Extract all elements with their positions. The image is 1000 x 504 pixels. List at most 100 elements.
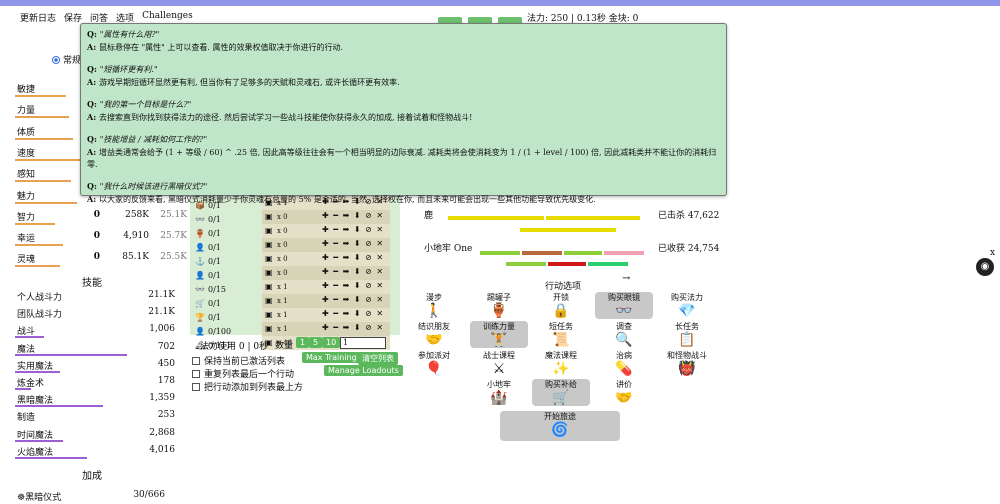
buff-row[interactable]: ☸黑暗仪式 30/666	[15, 487, 175, 504]
action-controls[interactable]: ✚ ━ ➡ ⬇ ⊘ ✕	[322, 323, 384, 332]
action-7[interactable]: 短任务 📜	[532, 321, 590, 348]
action-9[interactable]: 长任务 📋	[658, 321, 716, 348]
radio-label: 常规	[63, 56, 82, 66]
stat-name: 灵魂	[17, 255, 36, 265]
action-4[interactable]: 购买法力 💎	[658, 292, 716, 319]
queued-action[interactable]: ▣ x 1 ✚ ━ ➡ ⬇ ⊘ ✕	[262, 322, 390, 336]
action-0[interactable]: 漫步 🚶	[405, 292, 463, 319]
action-10[interactable]: 参加派对 🎈	[405, 350, 463, 377]
dungeon-label: 小地牢 One	[424, 244, 473, 254]
action-13[interactable]: 治病 💊	[595, 350, 653, 377]
queued-action[interactable]: ▣ x 1 ✚ ━ ➡ ⬇ ⊘ ✕	[262, 308, 390, 322]
quantity-label: 数量	[275, 341, 294, 351]
action-1[interactable]: 踢罐子 🏺	[470, 292, 528, 319]
action-controls[interactable]: ✚ ━ ➡ ⬇ ⊘ ✕	[322, 295, 384, 304]
skill-row[interactable]: 火焰魔法 4,016	[15, 442, 175, 459]
action-controls[interactable]: ✚ ━ ➡ ⬇ ⊘ ✕	[322, 225, 384, 234]
skill-name: 团队战斗力	[17, 310, 63, 321]
queued-action[interactable]: ▣ x 0 ✚ ━ ➡ ⬇ ⊘ ✕	[262, 210, 390, 224]
stat-row[interactable]: 幸运 0 4,910 25.7K	[15, 226, 187, 247]
menu-changelog[interactable]: 更新日志	[20, 11, 56, 24]
skill-row[interactable]: 制造 253	[15, 407, 175, 424]
faq-question: Q: "我什么时候该进行黑暗仪式?"	[87, 181, 208, 191]
qty-1-button[interactable]: 1	[296, 337, 310, 348]
skill-row[interactable]: 个人战斗力 21.1K	[15, 287, 175, 304]
buff-name: ☸黑暗仪式	[17, 493, 62, 503]
loadout-icon: 👤	[195, 327, 205, 336]
loadout-item[interactable]: 🛒 0/1	[192, 297, 252, 311]
action-controls[interactable]: ✚ ━ ➡ ⬇ ⊘ ✕	[322, 281, 384, 290]
action-6[interactable]: 训练力量 🏋	[470, 321, 528, 348]
action-controls[interactable]: ✚ ━ ➡ ⬇ ⊘ ✕	[322, 239, 384, 248]
option-repeat-last[interactable]: 重复列表最后一个行动	[192, 367, 294, 380]
action-icon: 🤝	[425, 332, 443, 348]
loadout-item[interactable]: 🏺 0/1	[192, 227, 252, 241]
quantity-input[interactable]: 1	[340, 337, 386, 349]
loadout-item[interactable]: 👤 0/1	[192, 241, 252, 255]
loadout-item[interactable]: 🏆 0/1	[192, 311, 252, 325]
loadout-count: 0/1	[208, 271, 221, 280]
qty-5-button[interactable]: 5	[309, 337, 323, 348]
action-icon: 💎	[678, 303, 696, 319]
stat-row[interactable]: 灵魂 0 85.1K 25.5K	[15, 247, 187, 268]
loadout-item[interactable]: 👓 0/15	[192, 283, 252, 297]
option-add-top[interactable]: 把行动添加到列表最上方	[192, 380, 303, 393]
action-17[interactable]: 讲价 🤝	[595, 379, 653, 406]
skill-row[interactable]: 黑暗魔法 1,359	[15, 390, 175, 408]
skill-name: 个人战斗力	[17, 293, 63, 303]
menu-save[interactable]: 保存	[64, 11, 82, 24]
manage-loadouts-button[interactable]: Manage Loadouts	[324, 365, 403, 376]
github-icon[interactable]: ◉	[976, 258, 994, 276]
action-15[interactable]: 小地牢 🏰	[470, 379, 528, 406]
loadout-item[interactable]: ⚓ 0/1	[192, 255, 252, 269]
queued-action[interactable]: ▣ x 0 ✚ ━ ➡ ⬇ ⊘ ✕	[262, 252, 390, 266]
radio-normal[interactable]: 常规	[52, 53, 81, 66]
action-controls[interactable]: ✚ ━ ➡ ⬇ ⊘ ✕	[322, 267, 384, 276]
skill-row[interactable]: 魔法 702	[15, 339, 175, 356]
skill-row[interactable]: 战斗 1,006	[15, 321, 175, 339]
loadout-icon: 👓	[195, 215, 205, 224]
stat-value: 4,910	[123, 231, 149, 241]
action-12[interactable]: 魔法课程 ✨	[532, 350, 590, 377]
qty-10-button[interactable]: 10	[322, 337, 341, 348]
action-18[interactable]: 开始旅途 🌀	[500, 411, 620, 441]
action-icon: 🚶	[425, 303, 443, 319]
action-11[interactable]: 战士课程 ⚔	[470, 350, 528, 377]
action-3[interactable]: 购买眼镜 👓	[595, 292, 653, 319]
loadout-item[interactable]: 👓 0/1	[192, 213, 252, 227]
action-controls[interactable]: ✚ ━ ➡ ⬇ ⊘ ✕	[322, 211, 384, 220]
max-training-button[interactable]: Max Training	[302, 352, 361, 363]
action-icon: ▣	[265, 296, 273, 305]
next-arrow-icon[interactable]: →	[622, 273, 630, 284]
option-keep-list[interactable]: 保持当前已激活列表	[192, 354, 285, 367]
stat-bar	[15, 180, 71, 182]
queued-action[interactable]: ▣ x 1 ✚ ━ ➡ ⬇ ⊘ ✕	[262, 280, 390, 294]
close-icon[interactable]: x	[990, 248, 995, 258]
stat-cap: 25.7K	[160, 231, 187, 241]
action-5[interactable]: 结识朋友 🤝	[405, 321, 463, 348]
action-8[interactable]: 调查 🔍	[595, 321, 653, 348]
skill-row[interactable]: 炼金术 178	[15, 373, 175, 390]
action-count: x 0	[277, 227, 288, 235]
stat-row[interactable]: 智力 0 258K 25.1K	[15, 205, 187, 226]
action-14[interactable]: 和怪物战斗 👹	[658, 350, 716, 377]
action-2[interactable]: 开锁 🔒	[532, 292, 590, 319]
action-controls[interactable]: ✚ ━ ➡ ⬇ ⊘ ✕	[322, 253, 384, 262]
queued-action[interactable]: ▣ x 0 ✚ ━ ➡ ⬇ ⊘ ✕	[262, 224, 390, 238]
action-label: 治病	[616, 351, 632, 360]
skill-row[interactable]: 实用魔法 450	[15, 356, 175, 373]
queued-action[interactable]: ▣ x 0 ✚ ━ ➡ ⬇ ⊘ ✕	[262, 266, 390, 280]
stat-name: 智力	[17, 213, 36, 223]
queued-action[interactable]: ▣ x 1 ✚ ━ ➡ ⬇ ⊘ ✕	[262, 294, 390, 308]
skill-row[interactable]: 时间魔法 2,868	[15, 425, 175, 442]
loadout-item[interactable]: 👤 0/1	[192, 269, 252, 283]
queued-action[interactable]: ▣ x 0 ✚ ━ ➡ ⬇ ⊘ ✕	[262, 238, 390, 252]
loadout-item[interactable]: 👤 0/100	[192, 325, 252, 339]
action-controls[interactable]: ✚ ━ ➡ ⬇ ⊘ ✕	[322, 309, 384, 318]
clear-list-button[interactable]: 清空列表	[358, 352, 398, 365]
action-icon: 🛒	[552, 390, 570, 406]
action-16[interactable]: 购买补给 🛒	[532, 379, 590, 406]
skill-value: 21.1K	[148, 290, 175, 300]
skill-row[interactable]: 团队战斗力 21.1K	[15, 304, 175, 321]
loadout-count: 0/1	[208, 299, 221, 308]
